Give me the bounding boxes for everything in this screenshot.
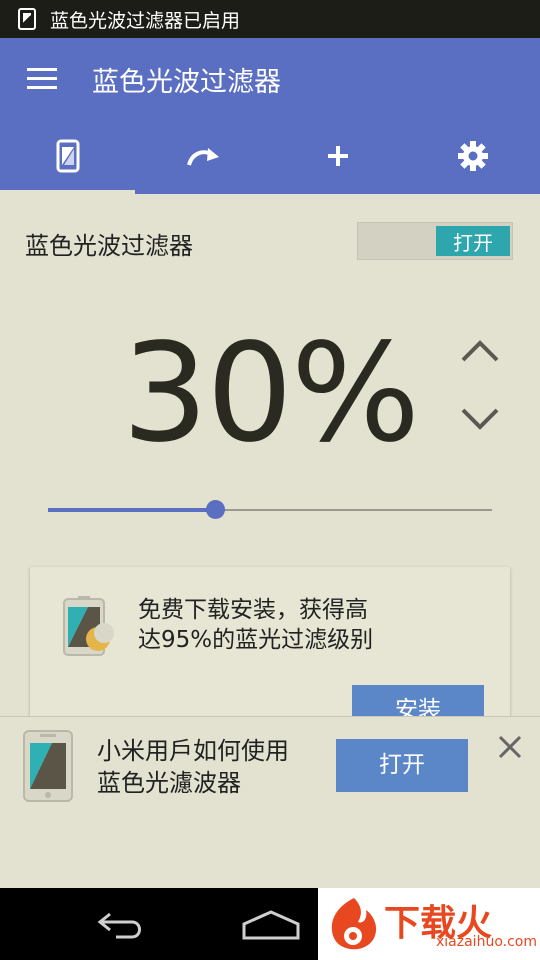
promo-text-line1: 免费下载安装，获得高 (138, 597, 368, 623)
gear-icon (457, 141, 488, 171)
opacity-slider-fill (48, 508, 215, 512)
toggle-on-label: 打开 (436, 226, 510, 256)
filter-app-icon (18, 8, 36, 30)
filter-toggle[interactable]: 打开 (357, 222, 513, 260)
increase-chevron-up-icon[interactable] (458, 332, 502, 372)
banner-text-line2: 蓝色光濾波器 (97, 769, 241, 797)
watermark-logo: 下载火 xiazaihuo.com (318, 888, 540, 960)
tab-schedule[interactable] (135, 118, 270, 194)
flame-logo-icon (331, 898, 377, 950)
tab-add[interactable] (270, 118, 405, 194)
banner-app-icon (23, 730, 73, 802)
status-notification-text: 蓝色光波过滤器已启用 (50, 9, 241, 32)
app-bar: 蓝色光波过滤器 (0, 38, 540, 118)
open-button[interactable]: 打开 (336, 739, 468, 792)
tab-bar (0, 118, 540, 194)
tab-settings[interactable] (405, 118, 540, 194)
ad-banner: 小米用戶如何使用 蓝色光濾波器 打开 (0, 716, 540, 889)
phone-filter-icon (56, 139, 79, 173)
promo-text: 免费下载安装，获得高 达95%的蓝光过滤级别 (138, 595, 478, 655)
decrease-chevron-down-icon[interactable] (458, 398, 502, 438)
promo-app-icon (63, 596, 114, 656)
close-icon[interactable] (496, 733, 524, 761)
back-icon[interactable] (92, 910, 148, 940)
opacity-slider-thumb[interactable] (205, 500, 225, 519)
page-title: 蓝色光波过滤器 (92, 67, 281, 98)
status-bar: 蓝色光波过滤器已启用 (0, 0, 540, 38)
hamburger-menu-icon[interactable] (27, 68, 57, 90)
filter-label: 蓝色光波过滤器 (25, 232, 193, 260)
watermark-sub-text: xiazaihuo.com (436, 934, 537, 950)
redo-arrow-icon (186, 148, 219, 166)
banner-text-line1: 小米用戶如何使用 (97, 737, 289, 765)
banner-text: 小米用戶如何使用 蓝色光濾波器 (97, 735, 289, 799)
tab-filter[interactable] (0, 118, 135, 194)
plus-icon (327, 146, 348, 166)
promo-text-line2: 达95%的蓝光过滤级别 (138, 627, 374, 653)
home-icon[interactable] (240, 908, 302, 942)
